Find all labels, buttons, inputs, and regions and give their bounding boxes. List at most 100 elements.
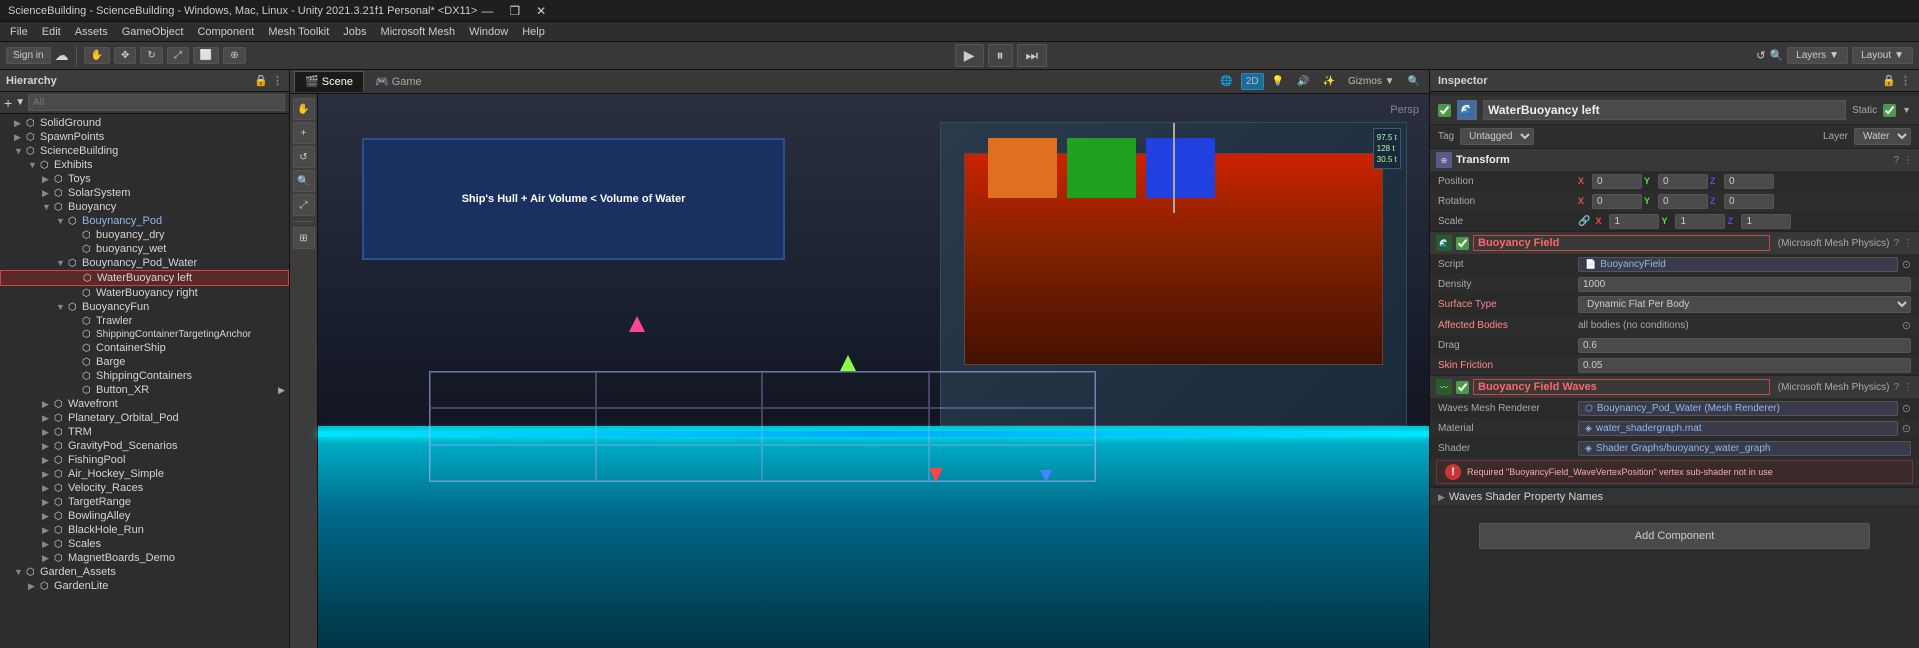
tree-item-waterbuoyancy-left[interactable]: ⬡ WaterBuoyancy left: [0, 270, 289, 286]
rotation-x-field[interactable]: [1592, 194, 1642, 209]
density-field[interactable]: [1578, 277, 1911, 292]
inspector-more-icon[interactable]: ⋮: [1900, 74, 1911, 87]
tree-item-gardenlite[interactable]: ⬡ GardenLite: [0, 579, 289, 593]
2d-mode-button[interactable]: 2D: [1241, 73, 1264, 90]
menu-file[interactable]: File: [4, 24, 34, 40]
step-button[interactable]: ⏭: [1017, 44, 1048, 67]
tree-item-targetrange[interactable]: ⬡ TargetRange: [0, 495, 289, 509]
tree-item-garden-assets[interactable]: ⬡ Garden_Assets: [0, 565, 289, 579]
position-x-field[interactable]: [1592, 174, 1642, 189]
sign-in-button[interactable]: Sign in: [6, 47, 51, 64]
material-ref[interactable]: ◈ water_shadergraph.mat: [1578, 421, 1898, 436]
tree-item-wavefront[interactable]: ⬡ Wavefront: [0, 397, 289, 411]
transform-menu-icon[interactable]: ⋮: [1903, 155, 1913, 166]
tree-item-gravitypod[interactable]: ⬡ GravityPod_Scenarios: [0, 439, 289, 453]
tab-scene[interactable]: 🎬 Scene: [294, 71, 364, 92]
minimize-button[interactable]: —: [477, 4, 497, 18]
drag-field[interactable]: [1578, 338, 1911, 353]
skin-friction-field[interactable]: [1578, 358, 1911, 373]
scale-view-tool[interactable]: ⤢: [293, 194, 315, 216]
play-button[interactable]: ▶: [955, 44, 984, 67]
menu-gameobject[interactable]: GameObject: [116, 24, 190, 40]
tree-item-magnetboards[interactable]: ⬡ MagnetBoards_Demo: [0, 551, 289, 565]
titlebar-controls[interactable]: — ❐ ✕: [477, 4, 550, 18]
layer-dropdown[interactable]: Water: [1854, 128, 1911, 145]
menu-microsoft-mesh[interactable]: Microsoft Mesh: [375, 24, 462, 40]
hierarchy-down-icon[interactable]: ▼: [15, 97, 25, 108]
tree-item-spawnpoints[interactable]: ▶ ⬡ SpawnPoints: [0, 130, 289, 144]
tree-item-buoyancy[interactable]: ⬡ Buoyancy: [0, 200, 289, 214]
tree-item-waterbuoyancy-right[interactable]: ⬡ WaterBuoyancy right: [0, 286, 289, 300]
tree-item-buoyancy-dry[interactable]: ⬡ buoyancy_dry: [0, 228, 289, 242]
rotation-z-field[interactable]: [1724, 194, 1774, 209]
transform-help-icon[interactable]: ?: [1893, 155, 1899, 166]
menu-assets[interactable]: Assets: [69, 24, 114, 40]
buoyancy-field-waves-header[interactable]: 〰 Buoyancy Field Waves (Microsoft Mesh P…: [1430, 376, 1919, 398]
tree-item-button-xr[interactable]: ⬡ Button_XR ▶: [0, 383, 289, 397]
object-enable-checkbox[interactable]: [1438, 104, 1451, 117]
buoyancy-waves-menu-icon[interactable]: ⋮: [1903, 382, 1913, 393]
tree-item-bouynancy-pod[interactable]: ⬡ Bouynancy_Pod: [0, 214, 289, 228]
hand-view-tool[interactable]: ✋: [293, 98, 315, 120]
tree-item-barge[interactable]: ⬡ Barge: [0, 355, 289, 369]
scene-search-button[interactable]: 🔍: [1403, 73, 1425, 90]
scale-x-field[interactable]: [1609, 214, 1659, 229]
effects-button[interactable]: ✨: [1318, 73, 1340, 90]
inspector-lock-icon[interactable]: 🔒: [1882, 74, 1896, 87]
tree-item-buoyancy-wet[interactable]: ⬡ buoyancy_wet: [0, 242, 289, 256]
tree-item-sciencebuilding[interactable]: ⬡ ScienceBuilding: [0, 144, 289, 158]
rotate-tool-button[interactable]: ↻: [140, 47, 162, 64]
transform-tool-button[interactable]: ⊕: [223, 47, 245, 64]
audio-button[interactable]: 🔊: [1292, 73, 1314, 90]
menu-edit[interactable]: Edit: [36, 24, 67, 40]
position-z-field[interactable]: [1724, 174, 1774, 189]
tree-item-toys[interactable]: ⬡ Toys: [0, 172, 289, 186]
tree-item-fishingpool[interactable]: ⬡ FishingPool: [0, 453, 289, 467]
waves-pick-icon[interactable]: ⊙: [1902, 402, 1911, 415]
menu-help[interactable]: Help: [516, 24, 551, 40]
layers-dropdown[interactable]: Layers ▼: [1787, 47, 1848, 64]
undo-icon[interactable]: ↺: [1756, 49, 1765, 62]
add-component-button[interactable]: Add Component: [1479, 523, 1870, 549]
hierarchy-more-icon[interactable]: ⋮: [272, 74, 283, 87]
position-y-field[interactable]: [1658, 174, 1708, 189]
rect-tool-button[interactable]: ⬜: [193, 47, 219, 64]
buoyancy-field-enable-checkbox[interactable]: [1456, 237, 1469, 250]
buoyancy-waves-enable-checkbox[interactable]: [1456, 381, 1469, 394]
lighting-button[interactable]: 💡: [1267, 73, 1289, 90]
tree-item-trawler[interactable]: ⬡ Trawler: [0, 314, 289, 328]
close-button[interactable]: ✕: [532, 4, 550, 18]
tree-item-buoyancyfun[interactable]: ⬡ BuoyancyFun: [0, 300, 289, 314]
shading-mode-button[interactable]: 🌐: [1215, 73, 1237, 90]
layout-dropdown[interactable]: Layout ▼: [1852, 47, 1913, 64]
tree-item-bowlingalley[interactable]: ⬡ BowlingAlley: [0, 509, 289, 523]
tree-item-bouynancy-pod-water[interactable]: ⬡ Bouynancy_Pod_Water: [0, 256, 289, 270]
orbit-tool[interactable]: ↺: [293, 146, 315, 168]
gizmos-button[interactable]: Gizmos ▼: [1343, 73, 1400, 90]
static-dropdown-icon[interactable]: ▼: [1902, 105, 1911, 115]
tree-item-trm[interactable]: ⬡ TRM: [0, 425, 289, 439]
scene-viewport[interactable]: ✋ + ↺ 🔍 ⤢ ⊞ Ship's Hull + Air Volume < V…: [290, 94, 1429, 648]
zoom-tool[interactable]: 🔍: [293, 170, 315, 192]
menu-mesh-toolkit[interactable]: Mesh Toolkit: [262, 24, 335, 40]
static-checkbox[interactable]: [1883, 104, 1896, 117]
tree-item-solidground[interactable]: ▶ ⬡ SolidGround: [0, 116, 289, 130]
rotation-y-field[interactable]: [1658, 194, 1708, 209]
tree-item-planetary[interactable]: ⬡ Planetary_Orbital_Pod: [0, 411, 289, 425]
object-name-field[interactable]: [1483, 100, 1846, 120]
tree-item-velocity-races[interactable]: ⬡ Velocity_Races: [0, 481, 289, 495]
scale-y-field[interactable]: [1675, 214, 1725, 229]
script-pick-icon[interactable]: ⊙: [1902, 258, 1911, 271]
surface-type-dropdown[interactable]: Dynamic Flat Per Body: [1578, 296, 1911, 313]
tab-game[interactable]: 🎮 Game: [364, 71, 433, 92]
hierarchy-lock-icon[interactable]: 🔒: [254, 74, 268, 87]
hand-tool-button[interactable]: ✋: [84, 47, 110, 64]
grid-tool[interactable]: ⊞: [293, 227, 315, 249]
tree-item-solarsystem[interactable]: ⬡ SolarSystem: [0, 186, 289, 200]
affected-bodies-pick-icon[interactable]: ⊙: [1902, 319, 1911, 332]
buoyancy-waves-help-icon[interactable]: ?: [1893, 382, 1899, 393]
tag-dropdown[interactable]: Untagged: [1460, 128, 1534, 145]
move-view-tool[interactable]: +: [293, 122, 315, 144]
tree-item-blackhole[interactable]: ⬡ BlackHole_Run: [0, 523, 289, 537]
pause-button[interactable]: ⏸: [988, 44, 1013, 67]
